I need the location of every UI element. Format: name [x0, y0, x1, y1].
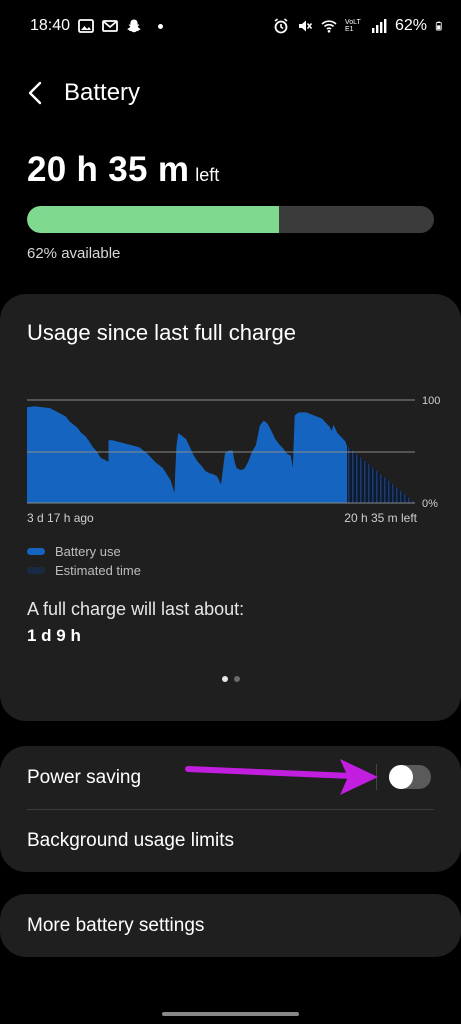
usage-card[interactable]: Usage since last full charge 100 0% 3 d … [0, 294, 461, 721]
status-time: 18:40 [30, 17, 71, 34]
snapchat-icon [127, 19, 141, 33]
page-title: Battery [64, 79, 141, 106]
more-settings-card: More battery settings [0, 894, 461, 957]
time-remaining: 20 h 35 m left [27, 150, 219, 190]
page-dot-active [221, 676, 228, 682]
y-tick-bottom: 0% [422, 498, 438, 510]
wifi-icon [321, 20, 337, 33]
battery-use-area [27, 406, 348, 503]
page-dot [233, 676, 240, 682]
time-remaining-suffix: left [195, 165, 220, 185]
x-tick-start: 3 d 17 h ago [27, 511, 94, 525]
mute-icon [298, 20, 313, 32]
full-charge-value: 1 d 9 h [27, 626, 81, 645]
page-indicator [0, 676, 461, 682]
chart-legend: Battery use Estimated time [27, 542, 141, 580]
gallery-icon [78, 19, 94, 33]
status-right: VoLTE1 62% [273, 17, 445, 35]
x-tick-end: 20 h 35 m left [344, 511, 417, 525]
battery-percent: 62% [394, 17, 427, 34]
legend-swatch-battery-use [27, 548, 45, 555]
battery-usage-chart: 100 0% [27, 395, 440, 510]
background-usage-limits-label: Background usage limits [27, 829, 234, 851]
power-saving-label: Power saving [27, 766, 142, 788]
battery-icon [435, 21, 442, 31]
status-bar: 18:40 VoLTE1 62% [0, 0, 461, 52]
legend-swatch-estimated [27, 567, 45, 574]
legend-battery-use: Battery use [27, 542, 141, 561]
back-button[interactable] [12, 69, 60, 117]
network-label: VoLTE1 [344, 19, 361, 33]
battery-level-fill [27, 206, 280, 233]
toggle-knob [389, 765, 413, 789]
battery-level-bar [27, 206, 434, 233]
toggle-separator [376, 764, 377, 790]
more-battery-settings-label: More battery settings [27, 914, 205, 936]
options-card: Power saving Background usage limits [0, 746, 461, 872]
legend-estimated-time: Estimated time [27, 561, 141, 580]
alarm-icon [274, 18, 288, 34]
notification-dot-icon [158, 23, 164, 29]
full-charge-question: A full charge will last about: [27, 599, 245, 619]
power-saving-toggle[interactable] [389, 765, 431, 789]
power-saving-row[interactable]: Power saving [0, 746, 461, 809]
home-indicator [162, 1012, 299, 1016]
battery-available-text: 62% available [27, 245, 121, 262]
gmail-icon [102, 20, 118, 32]
status-left: 18:40 [30, 17, 164, 35]
estimated-time-area [347, 446, 415, 503]
legend-label: Battery use [55, 544, 121, 559]
chevron-left-icon [28, 81, 42, 105]
more-battery-settings-row[interactable]: More battery settings [0, 894, 461, 957]
y-tick-top: 100 [422, 395, 440, 407]
background-usage-limits-row[interactable]: Background usage limits [0, 809, 461, 872]
legend-label: Estimated time [55, 563, 141, 578]
app-bar: Battery [0, 68, 461, 118]
time-remaining-value: 20 h 35 m [27, 150, 190, 189]
signal-icon [371, 19, 387, 33]
usage-title: Usage since last full charge [27, 320, 297, 345]
